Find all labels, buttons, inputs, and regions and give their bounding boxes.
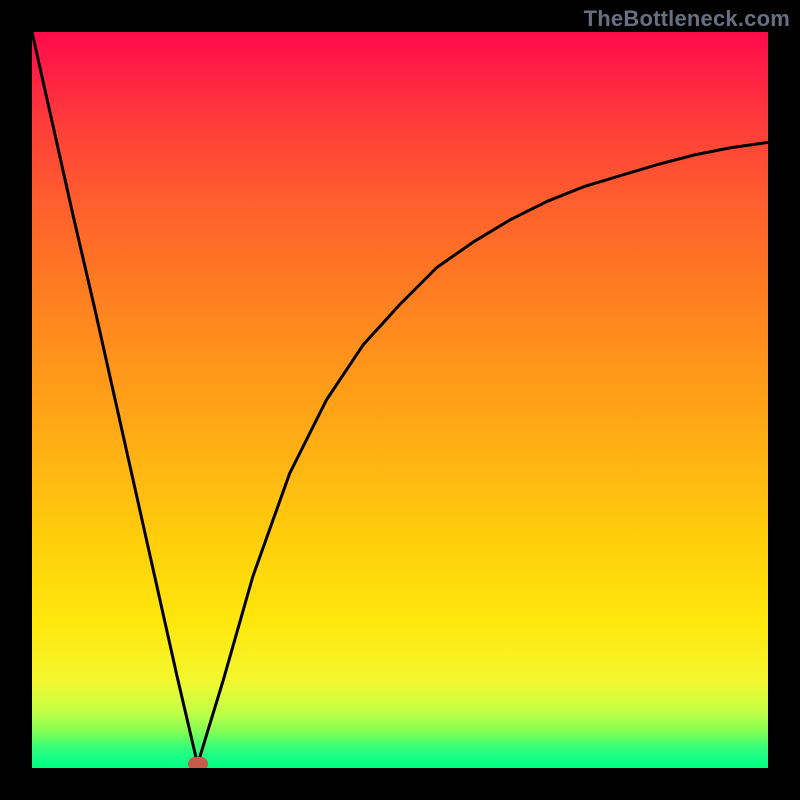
watermark-text: TheBottleneck.com (584, 6, 790, 32)
background-gradient (32, 32, 768, 768)
chart-frame: TheBottleneck.com (0, 0, 800, 800)
plot-area (32, 32, 768, 768)
